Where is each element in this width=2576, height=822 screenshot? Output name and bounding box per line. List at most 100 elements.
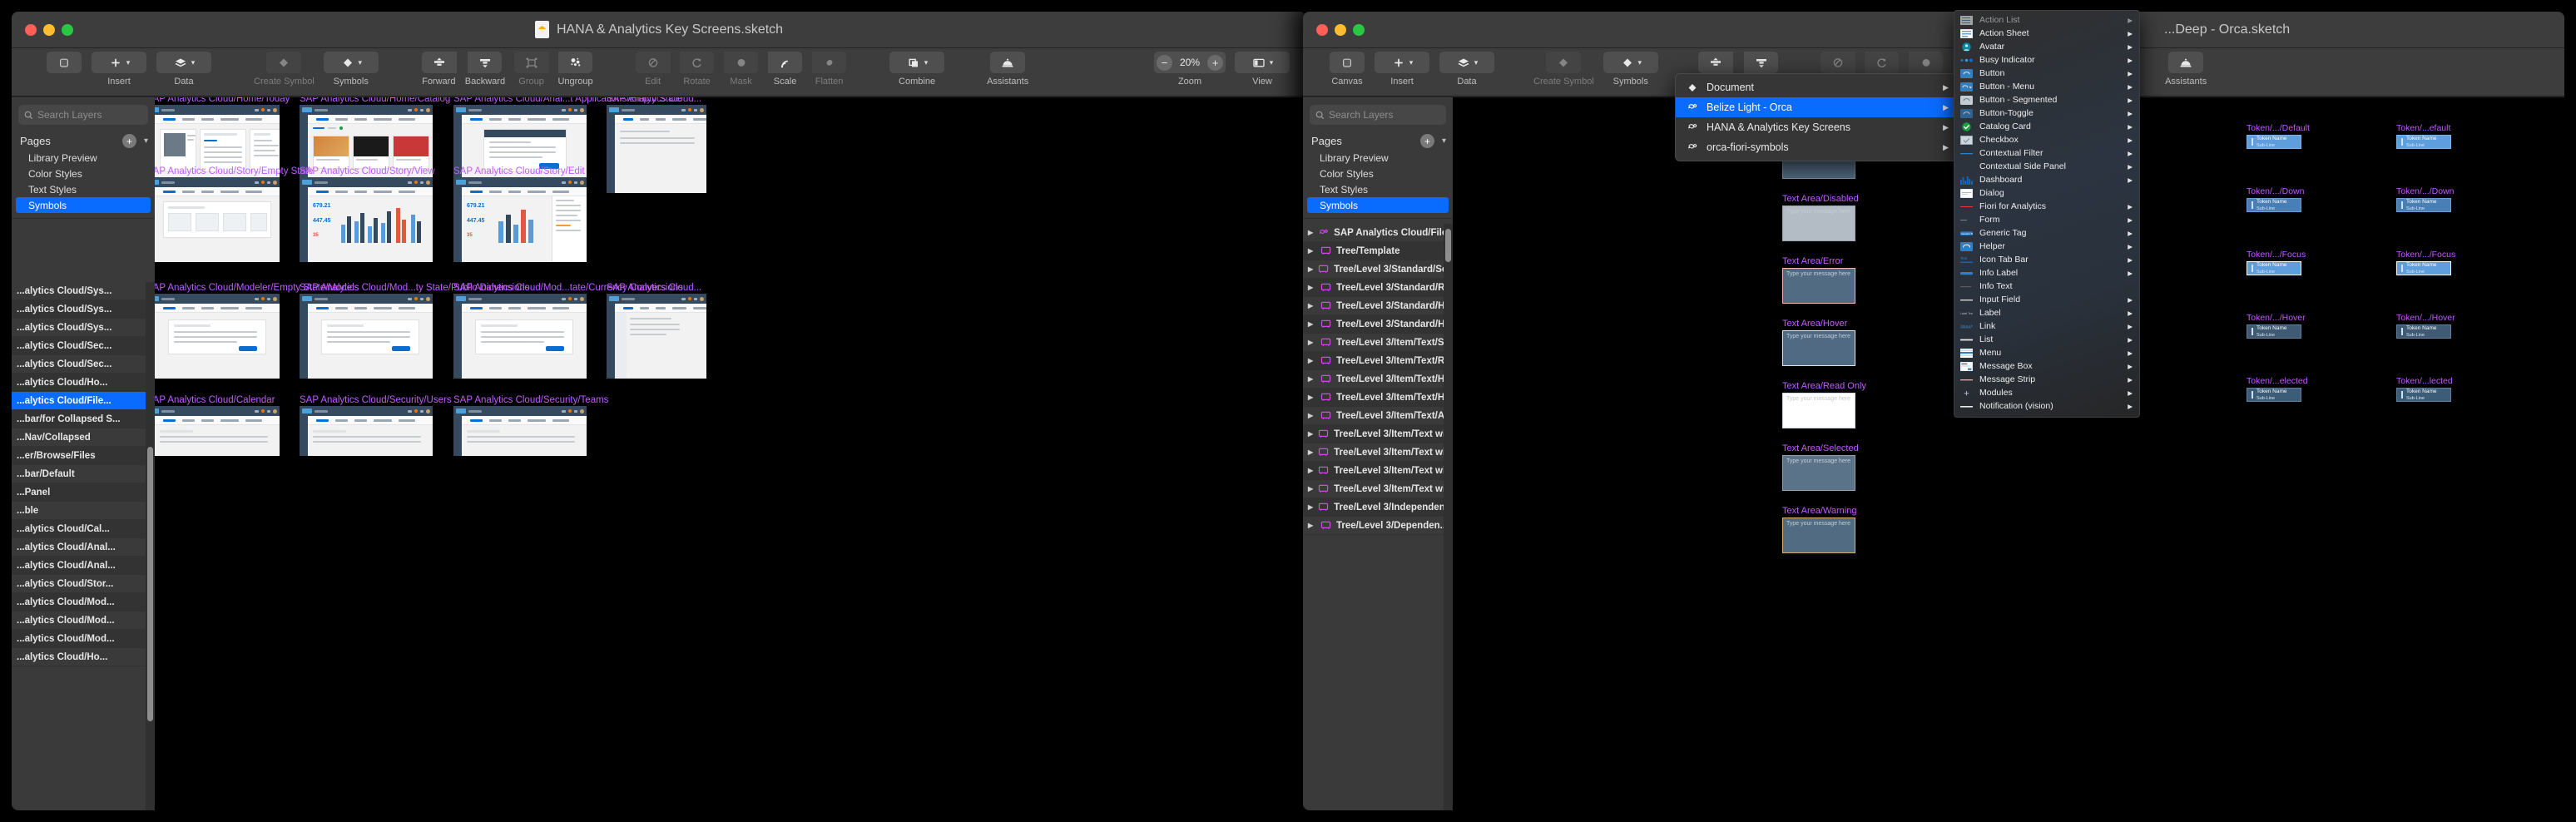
submenu-item-button[interactable]: Button ▶ — [1954, 67, 2139, 80]
pages-list-left[interactable]: Library Preview Color Styles Text Styles… — [12, 150, 155, 213]
artboard[interactable] — [300, 406, 433, 456]
token-label[interactable]: Token/.../Down — [2247, 186, 2304, 196]
layer-row[interactable]: ▶ Tree/Level 3/Item/Text wi... — [1303, 462, 1453, 480]
chevron-down-icon[interactable]: ▾ — [359, 58, 363, 67]
submenu-item-catalog-card[interactable]: Catalog Card ▶ — [1954, 120, 2139, 133]
submenu-item-dialog[interactable]: Dialog — [1954, 186, 2139, 200]
layer-row[interactable]: ▶ Tree/Level 3/Item/Text wi... — [1303, 425, 1453, 443]
token-hover[interactable]: Token NameSub-Line — [2247, 324, 2301, 339]
toolbar-group-scale[interactable]: Scale — [767, 52, 803, 87]
layer-row[interactable]: ...alytics Cloud/Anal... — [12, 557, 155, 575]
rotate-button[interactable] — [1864, 52, 1900, 73]
layer-row[interactable]: ...alytics Cloud/Mod... — [12, 630, 155, 648]
toolbar-group-flatten[interactable]: Flatten — [811, 52, 847, 87]
submenu-item-action-list[interactable]: Action List ▶ — [1954, 13, 2139, 27]
sketch-window-left[interactable]: HANA & Analytics Key Screens.sketch ▾ In… — [12, 12, 1306, 810]
layer-row[interactable]: ▶ Tree/Level 3/Independen... — [1303, 498, 1453, 517]
left-toolbar[interactable]: ▾ Insert ▾ Data Create Symbol ▾ Symbols … — [12, 48, 1306, 97]
menu-item-document[interactable]: Document ▶ — [1676, 77, 1957, 97]
edit-button[interactable] — [1821, 52, 1856, 73]
artboard[interactable] — [607, 294, 706, 379]
flatten-button[interactable] — [811, 52, 847, 73]
pages-list-right[interactable]: Library Preview Color Styles Text Styles… — [1303, 150, 1453, 213]
scale-button[interactable] — [767, 52, 803, 73]
menu-item-hana-analytics-key-screens[interactable]: HANA & Analytics Key Screens ▶ — [1676, 117, 1957, 137]
submenu-item-contextual-side-panel[interactable]: Contextual Side Panel ▶ — [1954, 160, 2139, 173]
layer-row[interactable]: ...alytics Cloud/Sys... — [12, 282, 155, 300]
window-controls-left[interactable] — [12, 23, 73, 36]
token-label[interactable]: Token/...elected — [2247, 376, 2308, 386]
disclosure-triangle-icon[interactable]: ▶ — [1308, 412, 1315, 419]
submenu-item-menu[interactable]: Menu ▶ — [1954, 346, 2139, 359]
layer-row[interactable]: ...alytics Cloud/Cal... — [12, 520, 155, 538]
submenu-item-button-toggle[interactable]: Button-Toggle ▶ — [1954, 106, 2139, 120]
artboard[interactable]: 679.21 447.45 35 — [300, 177, 433, 262]
create-symbol-button[interactable] — [266, 52, 302, 73]
layer-row[interactable]: ▶ SAP Analytics Cloud/File R... — [1303, 224, 1453, 242]
token-label[interactable]: Token/.../Focus — [2396, 250, 2455, 260]
forward-button[interactable] — [421, 52, 457, 73]
layer-row[interactable]: ▶ Tree/Level 3/Item/Text/H... — [1303, 370, 1453, 389]
minimize-button[interactable] — [1335, 23, 1346, 36]
submenu-item-input-field[interactable]: Input Field ▶ — [1954, 293, 2139, 306]
layer-row[interactable]: ▶ Tree/Level 3/Standard/Se... — [1303, 260, 1453, 279]
toolbar-group-create-symbol[interactable]: Create Symbol — [1533, 52, 1594, 87]
layer-row[interactable]: ...bar/for Collapsed S... — [12, 410, 155, 428]
backward-button[interactable] — [1743, 52, 1779, 73]
zoom-value[interactable]: 20% — [1176, 57, 1204, 68]
submenu-item-contextual-filter[interactable]: Contextual Filter ▶ — [1954, 146, 2139, 160]
layer-row[interactable]: ...ble — [12, 502, 155, 520]
disclosure-triangle-icon[interactable]: ▶ — [1308, 430, 1313, 438]
backward-button[interactable] — [467, 52, 503, 73]
artboard-label[interactable]: SAP Analytics Cloud/Story/Edit — [453, 166, 585, 176]
artboard-label[interactable]: SAP Analytics Cloud/Story/Empty State — [155, 166, 314, 176]
submenu-item-generic-tag[interactable]: Generic Tag Generic Tag ▶ — [1954, 226, 2139, 240]
layer-row[interactable]: ...alytics Cloud/Ho... — [12, 374, 155, 392]
layer-row[interactable]: ...alytics Cloud/Mod... — [12, 612, 155, 630]
left-layers-panel[interactable]: Search Layers Pages + ▾ Library Preview … — [12, 97, 155, 810]
layers-list-left[interactable]: ...alytics Cloud/Sys... ...alytics Cloud… — [12, 282, 155, 810]
token-selected[interactable]: Token NameSub-Line — [2247, 388, 2301, 402]
submenu-item-avatar[interactable]: Avatar ▶ — [1954, 40, 2139, 53]
token-label[interactable]: Token/...lected — [2396, 376, 2453, 386]
view-button[interactable]: ▾ — [1235, 52, 1290, 73]
submenu-item-checkbox[interactable]: Checkbox ▶ — [1954, 133, 2139, 146]
left-titlebar[interactable]: HANA & Analytics Key Screens.sketch — [12, 12, 1306, 48]
disclosure-triangle-icon[interactable]: ▶ — [1308, 265, 1313, 273]
toolbar-group-canvas-left[interactable] — [46, 52, 82, 87]
text-area-error[interactable]: Type your message here — [1782, 268, 1855, 304]
layer-row[interactable]: ▶ Tree/Level 3/Dependen... — [1303, 517, 1453, 535]
text-area-label[interactable]: Text Area/Read Only — [1782, 381, 1866, 391]
submenu-item-icon-tab-bar[interactable]: Text Icon Tab Bar ▶ — [1954, 253, 2139, 266]
drag-handle-icon[interactable] — [2252, 328, 2253, 335]
maximize-button[interactable] — [62, 23, 73, 36]
layer-row[interactable]: ...alytics Cloud/Ho... — [12, 648, 155, 666]
menu-item-belize-light-orca[interactable]: Belize Light - Orca ▶ — [1676, 97, 1957, 117]
data-button[interactable]: ▾ — [1439, 52, 1494, 73]
disclosure-triangle-icon[interactable]: ▶ — [1308, 394, 1315, 401]
artboard-label[interactable]: SAP Analytics Cloud... — [607, 97, 701, 104]
layer-row[interactable]: ...Nav/Collapsed — [12, 428, 155, 447]
layer-row[interactable]: ...alytics Cloud/Sec... — [12, 355, 155, 374]
chevron-down-icon[interactable]: ▾ — [191, 58, 196, 67]
chevron-down-icon[interactable]: ▾ — [126, 58, 131, 67]
text-area-hover[interactable]: Type your message here — [1782, 330, 1855, 366]
layer-row[interactable]: ...Panel — [12, 483, 155, 502]
disclosure-triangle-icon[interactable]: ▶ — [1308, 375, 1315, 383]
layer-row[interactable]: ...alytics Cloud/File... — [12, 392, 155, 410]
submenu-item-modules[interactable]: Modules ▶ — [1954, 386, 2139, 399]
mask-button[interactable] — [723, 52, 759, 73]
toolbar-group-canvas[interactable]: Canvas — [1329, 52, 1365, 87]
artboard-label[interactable]: SAP Analytics Cloud/Security/Users — [300, 395, 452, 405]
artboard[interactable]: 679.21 447.45 35 — [453, 177, 587, 262]
artboard[interactable] — [155, 406, 280, 456]
search-layers-left[interactable]: Search Layers — [18, 105, 148, 125]
artboard[interactable] — [607, 105, 706, 193]
page-item-symbols[interactable]: Symbols — [1307, 197, 1449, 213]
drag-handle-icon[interactable] — [2252, 265, 2253, 272]
toolbar-group-rotate[interactable]: Rotate — [679, 52, 715, 87]
toolbar-group-group[interactable]: Group — [513, 52, 550, 87]
submenu-item-link[interactable]: This is a link Link ▶ — [1954, 319, 2139, 333]
token-down[interactable]: Token Name Sub-Line — [2247, 198, 2301, 212]
layer-row[interactable]: ▶ Tree/Level 3/Item/Text wi... — [1303, 480, 1453, 498]
